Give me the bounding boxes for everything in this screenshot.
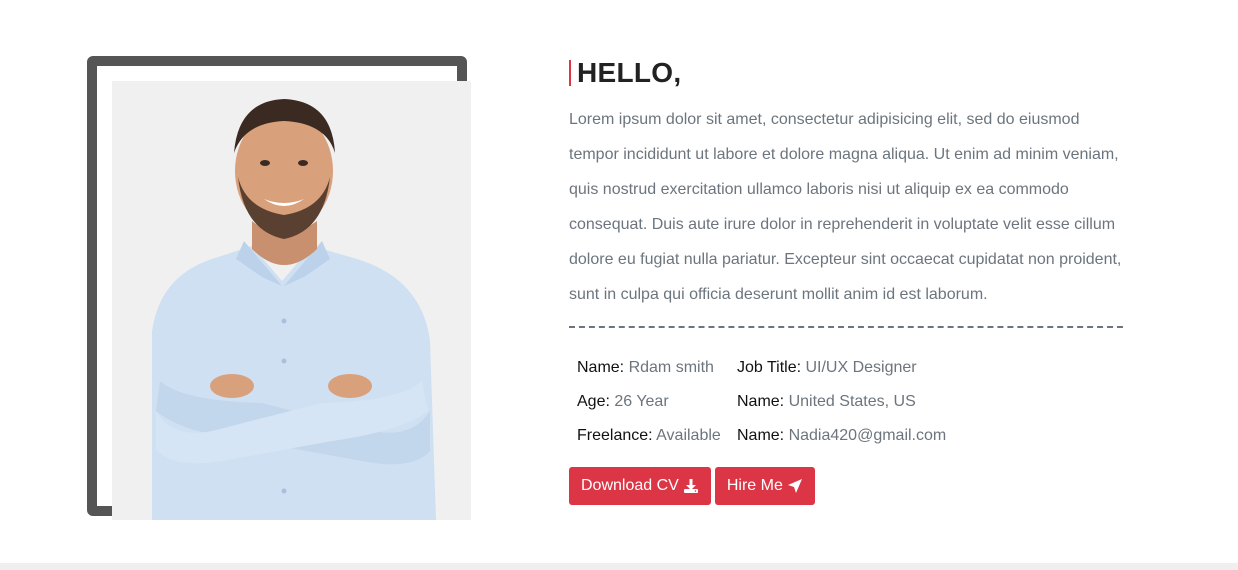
profile-photo bbox=[112, 81, 471, 520]
info-label: Name: bbox=[737, 427, 785, 444]
info-label: Job Title: bbox=[737, 359, 802, 376]
section-divider-strip bbox=[0, 563, 1238, 570]
info-location: Name: United States, US bbox=[737, 385, 997, 419]
greeting-text: HELLO, bbox=[577, 57, 682, 88]
info-age: Age: 26 Year bbox=[577, 385, 737, 419]
info-label: Age: bbox=[577, 393, 610, 410]
dashed-divider bbox=[569, 326, 1123, 328]
hire-me-button[interactable]: Hire Me bbox=[714, 467, 815, 505]
download-cv-label: Download CV bbox=[581, 477, 679, 494]
info-value: UI/UX Designer bbox=[805, 359, 917, 376]
info-value: Available bbox=[656, 427, 721, 444]
typing-cursor bbox=[569, 60, 571, 86]
hire-me-label: Hire Me bbox=[726, 477, 783, 494]
greeting-heading: HELLO, bbox=[569, 56, 1125, 90]
info-value: 26 Year bbox=[614, 393, 669, 410]
info-label: Freelance: bbox=[577, 427, 653, 444]
info-value: United States, US bbox=[788, 393, 916, 410]
paper-plane-icon bbox=[787, 478, 803, 494]
info-grid: Name: Rdam smith Job Title: UI/UX Design… bbox=[577, 351, 1125, 453]
info-freelance: Freelance: Available bbox=[577, 419, 737, 453]
info-label: Name: bbox=[737, 393, 785, 410]
info-value: Nadia420@gmail.com bbox=[788, 427, 947, 444]
download-icon bbox=[683, 478, 699, 494]
info-value: Rdam smith bbox=[628, 359, 714, 376]
bio-text: Lorem ipsum dolor sit amet, consectetur … bbox=[569, 111, 1122, 303]
info-job-title: Job Title: UI/UX Designer bbox=[737, 351, 997, 385]
about-content: HELLO, Lorem ipsum dolor sit amet, conse… bbox=[569, 56, 1125, 505]
about-section: HELLO, Lorem ipsum dolor sit amet, conse… bbox=[0, 0, 1238, 563]
info-label: Name: bbox=[577, 359, 625, 376]
info-name: Name: Rdam smith bbox=[577, 351, 737, 385]
info-email: Name: Nadia420@gmail.com bbox=[737, 419, 997, 453]
action-buttons: Download CV Hire Me bbox=[569, 467, 1125, 505]
download-cv-button[interactable]: Download CV bbox=[569, 467, 711, 505]
